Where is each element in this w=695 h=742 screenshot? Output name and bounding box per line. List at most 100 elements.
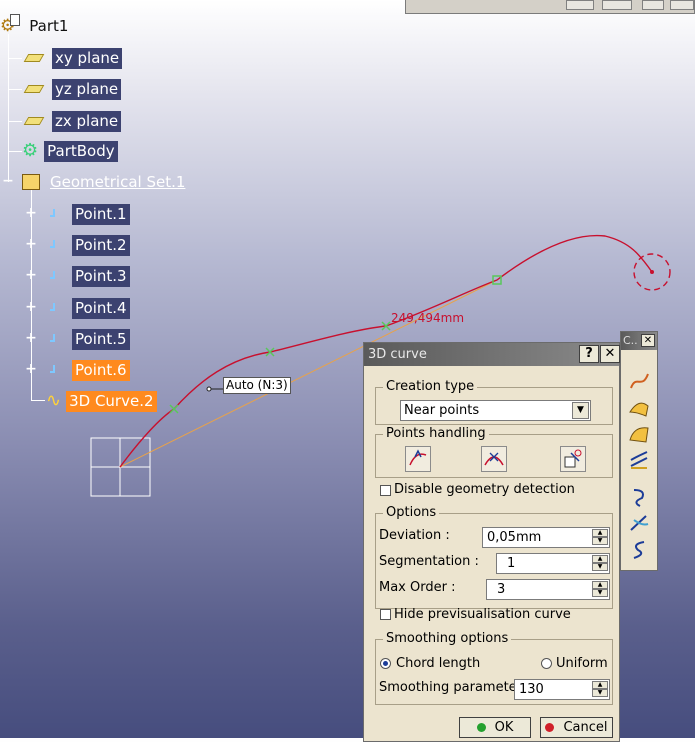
ok-label: OK	[494, 720, 514, 735]
cancel-button[interactable]: Cancel	[540, 717, 613, 738]
tree-item-partbody[interactable]: ⚙ PartBody	[22, 139, 118, 163]
tree-item-yz-plane[interactable]: yz plane	[23, 77, 122, 101]
expand-icon[interactable]: +	[25, 237, 37, 251]
expand-icon[interactable]: +	[25, 300, 37, 314]
expand-icon[interactable]: +	[25, 362, 37, 376]
expand-icon[interactable]: +	[25, 331, 37, 345]
tree-item-point-6[interactable]: Point.6	[50, 358, 130, 382]
tree-line	[31, 400, 45, 401]
group-title: Points handling	[383, 426, 489, 442]
point-icon	[50, 240, 60, 250]
tree-item-point-2[interactable]: Point.2	[50, 233, 130, 257]
chevron-down-icon[interactable]: ▼	[572, 402, 589, 419]
blend-surface-icon[interactable]	[628, 422, 650, 444]
segmentation-input[interactable]: 1 ▲ ▼	[496, 553, 610, 574]
constraint-point-icon	[564, 449, 582, 468]
deviation-input[interactable]: 0,05mm ▲ ▼	[482, 527, 610, 548]
uniform-label: Uniform	[556, 656, 608, 671]
points-handling-group: Points handling	[375, 426, 613, 478]
tree-item-zx-plane[interactable]: zx plane	[23, 109, 122, 133]
point-icon	[50, 334, 60, 344]
smoothing-parameter-input[interactable]: 130 ▲ ▼	[514, 679, 610, 700]
segmentation-label: Segmentation :	[379, 554, 479, 569]
disable-geometry-detection-label: Disable geometry detection	[394, 482, 575, 497]
curves-toolbar: C.. ✕	[620, 331, 658, 571]
remove-point-icon	[484, 452, 504, 466]
tree-label: xy plane	[52, 47, 123, 69]
tree-line	[8, 89, 22, 90]
tree-line	[8, 121, 22, 122]
tree-item-point-4[interactable]: Point.4	[50, 296, 130, 320]
tree-item-point-3[interactable]: Point.3	[50, 264, 130, 288]
tree-label: zx plane	[52, 110, 122, 132]
auto-label[interactable]: Auto (N:3)	[223, 377, 291, 394]
creation-type-group: Creation type Near points ▼	[375, 379, 613, 425]
tree-label: Point.3	[72, 265, 130, 287]
ok-button[interactable]: OK	[459, 717, 531, 738]
tree-label: Point.5	[72, 328, 130, 350]
segmentation-spinner[interactable]: ▲ ▼	[592, 555, 608, 572]
surface-curve-icon[interactable]	[628, 396, 650, 418]
tree-item-geometrical-set[interactable]: Geometrical Set.1	[22, 170, 188, 194]
close-button[interactable]: ✕	[600, 345, 620, 363]
help-button[interactable]: ?	[579, 345, 599, 363]
point-icon	[50, 303, 60, 313]
max-order-label: Max Order :	[379, 580, 456, 595]
tree-label: Point.2	[72, 234, 130, 256]
deviation-value: 0,05mm	[487, 530, 542, 545]
tree-label: yz plane	[52, 78, 122, 100]
auto-label-anchor	[206, 386, 212, 392]
creation-type-select[interactable]: Near points ▼	[400, 400, 591, 421]
tree-root-part1[interactable]: ⚙ Part1	[0, 14, 71, 38]
remove-point-button[interactable]	[481, 446, 507, 472]
max-order-value: 3	[497, 582, 506, 597]
tangent-center	[650, 270, 654, 274]
constraint-point-button[interactable]	[560, 446, 586, 472]
geometrical-set-icon	[22, 174, 40, 190]
3d-viewport[interactable]: 249,494mm Auto (N:3) ⚙ Part1 xy plane yz…	[0, 0, 695, 742]
tree-label: Geometrical Set.1	[50, 172, 186, 191]
document-icon	[10, 14, 20, 26]
helix-icon[interactable]	[628, 486, 650, 508]
tree-item-point-1[interactable]: Point.1	[50, 202, 130, 226]
disable-geometry-detection-checkbox[interactable]	[380, 485, 391, 496]
plane-icon	[23, 85, 45, 93]
tree-item-xy-plane[interactable]: xy plane	[23, 46, 123, 70]
tree-item-point-5[interactable]: Point.5	[50, 327, 130, 351]
select-value: Near points	[404, 403, 480, 418]
plane-icon	[23, 54, 45, 62]
smoothing-parameter-label: Smoothing parameter	[379, 680, 523, 695]
smoothing-parameter-value: 130	[519, 682, 544, 697]
deviation-label: Deviation :	[379, 528, 450, 543]
curve-on-surface-icon[interactable]	[628, 448, 650, 470]
max-order-input[interactable]: 3 ▲ ▼	[486, 579, 610, 600]
smoothing-parameter-spinner[interactable]: ▲ ▼	[592, 681, 608, 698]
chord-length-radio[interactable]	[380, 658, 391, 669]
collapse-icon[interactable]: −	[2, 174, 14, 188]
tree-line	[8, 58, 22, 59]
cancel-label: Cancel	[563, 720, 608, 735]
hide-previsualisation-checkbox[interactable]	[380, 609, 391, 620]
chord-length-label: Chord length	[396, 656, 481, 671]
point-icon	[50, 209, 60, 219]
spline-icon[interactable]	[628, 370, 650, 392]
uniform-radio[interactable]	[541, 658, 552, 669]
expand-icon[interactable]: +	[25, 268, 37, 282]
insert-point-icon	[409, 449, 427, 466]
close-icon[interactable]: ✕	[641, 334, 655, 347]
tree-label: Point.1	[72, 203, 130, 225]
tree-item-3d-curve[interactable]: ∿ 3D Curve.2	[46, 389, 157, 413]
hide-previsualisation-label: Hide previsualisation curve	[394, 607, 571, 622]
ok-icon	[476, 723, 486, 732]
expand-icon[interactable]: +	[25, 206, 37, 220]
projection-curve-icon[interactable]	[628, 512, 650, 534]
deviation-spinner[interactable]: ▲ ▼	[592, 529, 608, 546]
tree-label: Point.4	[72, 297, 130, 319]
spiral-icon[interactable]	[628, 538, 650, 560]
max-order-spinner[interactable]: ▲ ▼	[592, 581, 608, 598]
insert-point-button[interactable]	[405, 446, 431, 472]
tree-label: Point.6	[72, 359, 130, 381]
plane-icon	[23, 117, 45, 125]
control-point	[169, 404, 179, 414]
curve-icon: ∿	[46, 390, 62, 411]
